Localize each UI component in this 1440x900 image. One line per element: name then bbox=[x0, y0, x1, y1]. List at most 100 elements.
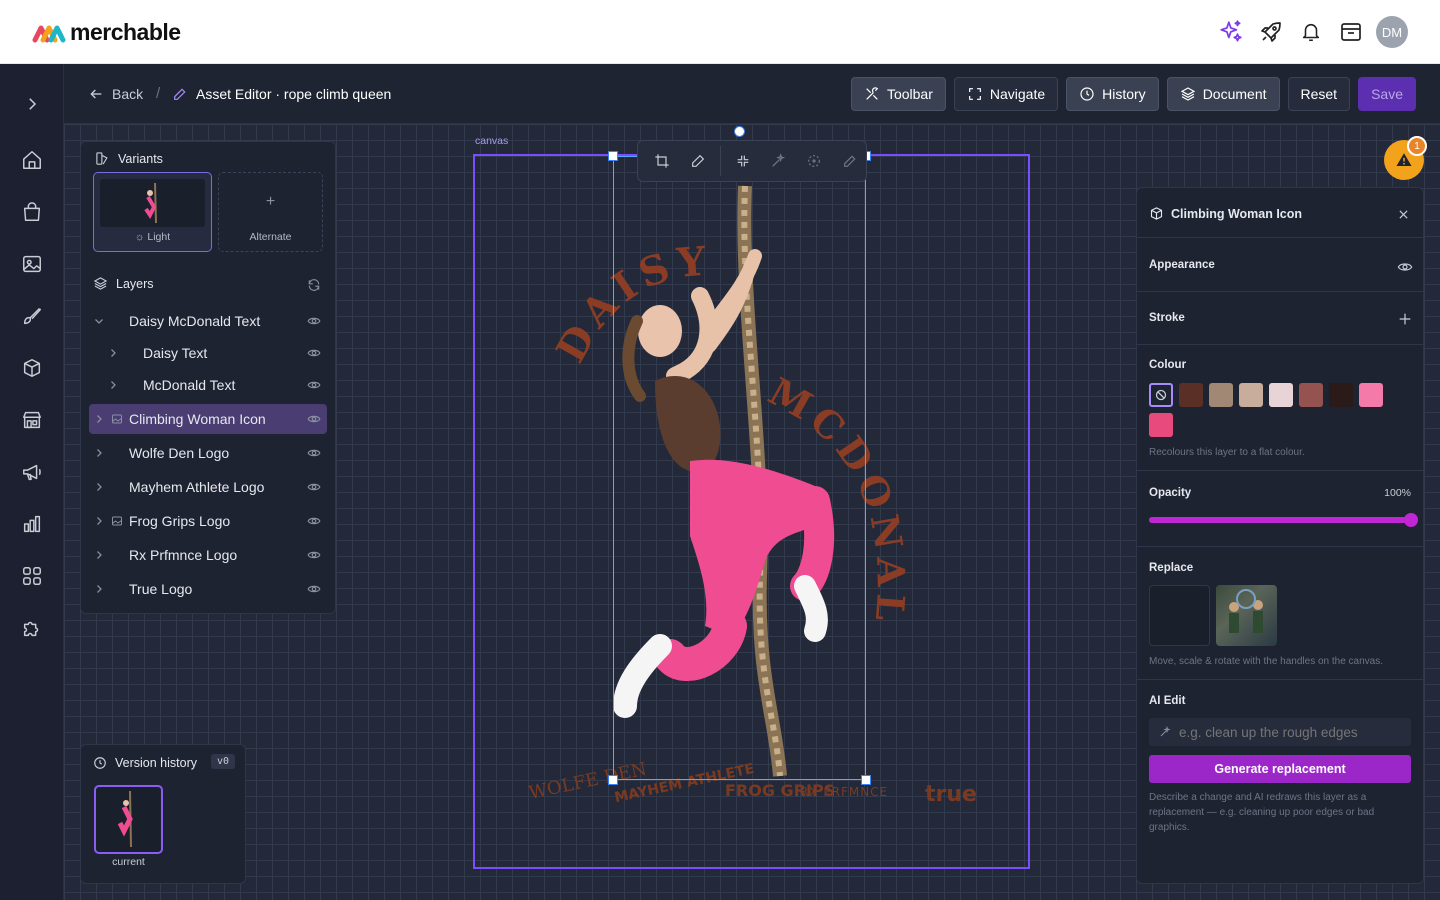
document-button[interactable]: Document bbox=[1166, 77, 1280, 111]
layer-row[interactable]: Daisy Text bbox=[89, 338, 327, 368]
history-button-label: History bbox=[1102, 86, 1146, 102]
chevron-right-icon[interactable] bbox=[93, 481, 105, 493]
colour-swatch[interactable] bbox=[1179, 383, 1203, 407]
colour-swatch[interactable] bbox=[1359, 383, 1383, 407]
appearance-section[interactable]: Appearance bbox=[1137, 239, 1423, 292]
eye-icon[interactable] bbox=[307, 514, 321, 528]
navigate-button[interactable]: Navigate bbox=[953, 77, 1059, 111]
replace-empty-slot[interactable] bbox=[1149, 585, 1210, 646]
chevron-right-icon[interactable] bbox=[107, 347, 119, 359]
opacity-track[interactable] bbox=[1149, 513, 1418, 527]
colour-swatch[interactable] bbox=[1149, 413, 1173, 437]
chart-icon[interactable] bbox=[20, 512, 44, 536]
chevron-right-icon[interactable] bbox=[93, 447, 105, 459]
eyedropper-icon[interactable] bbox=[682, 145, 714, 177]
layer-row[interactable]: Wolfe Den Logo bbox=[89, 438, 327, 468]
generate-replacement-button[interactable]: Generate replacement bbox=[1149, 755, 1411, 783]
stroke-section[interactable]: Stroke bbox=[1137, 292, 1423, 345]
clock-icon bbox=[94, 757, 106, 769]
document-button-label: Document bbox=[1202, 86, 1267, 102]
eye-icon[interactable] bbox=[307, 346, 321, 360]
rocket-icon[interactable] bbox=[1256, 16, 1286, 48]
colour-swatch[interactable] bbox=[1209, 383, 1233, 407]
store-icon[interactable] bbox=[20, 408, 44, 432]
brush-icon[interactable] bbox=[20, 304, 44, 328]
reset-button[interactable]: Reset bbox=[1287, 77, 1351, 111]
eye-icon[interactable] bbox=[307, 548, 321, 562]
focus-icon[interactable] bbox=[798, 145, 830, 177]
navigate-button-label: Navigate bbox=[989, 86, 1046, 102]
apps-icon[interactable] bbox=[20, 564, 44, 588]
chevron-right-icon[interactable] bbox=[93, 515, 105, 527]
resize-handle-br[interactable] bbox=[861, 775, 871, 785]
eye-icon[interactable] bbox=[307, 314, 321, 328]
opacity-section: Opacity 100% bbox=[1137, 471, 1423, 547]
colour-swatch[interactable] bbox=[1299, 383, 1323, 407]
save-button[interactable]: Save bbox=[1358, 77, 1416, 111]
eye-icon[interactable] bbox=[1397, 259, 1413, 275]
home-icon[interactable] bbox=[20, 148, 44, 172]
colour-swatch[interactable] bbox=[1239, 383, 1263, 407]
resize-handle-tl[interactable] bbox=[608, 151, 618, 161]
variant-alternate[interactable]: + Alternate bbox=[218, 172, 323, 252]
resize-handle-bl[interactable] bbox=[608, 775, 618, 785]
chevron-right-icon[interactable] bbox=[93, 583, 105, 595]
layer-row[interactable]: True Logo bbox=[89, 574, 327, 604]
image-icon[interactable] bbox=[20, 252, 44, 276]
layer-row[interactable]: McDonald Text bbox=[89, 370, 327, 400]
version-thumbnail-current[interactable] bbox=[94, 785, 163, 854]
ai-edit-input[interactable] bbox=[1179, 718, 1405, 746]
expand-icon[interactable] bbox=[20, 92, 44, 116]
close-icon[interactable] bbox=[1398, 209, 1409, 220]
megaphone-icon[interactable] bbox=[20, 460, 44, 484]
chevron-right-icon[interactable] bbox=[107, 379, 119, 391]
eye-icon[interactable] bbox=[307, 378, 321, 392]
layers-header: Layers bbox=[93, 276, 154, 291]
floating-toolbar bbox=[637, 140, 867, 182]
chevron-down-icon[interactable] bbox=[93, 315, 105, 327]
layer-row[interactable]: Frog Grips Logo bbox=[89, 506, 327, 536]
shrink-icon[interactable] bbox=[727, 145, 759, 177]
archive-icon[interactable] bbox=[1336, 16, 1366, 48]
history-button[interactable]: History bbox=[1066, 77, 1159, 111]
variant-light[interactable]: ☼ Light bbox=[93, 172, 212, 252]
eye-icon[interactable] bbox=[307, 480, 321, 494]
replace-image-thumbnail[interactable] bbox=[1216, 585, 1277, 646]
image-layer-icon bbox=[111, 515, 123, 527]
crop-icon[interactable] bbox=[646, 145, 678, 177]
brand-logo[interactable]: merchable bbox=[32, 19, 181, 46]
chevron-right-icon[interactable] bbox=[93, 413, 105, 425]
chevron-right-icon[interactable] bbox=[93, 549, 105, 561]
no-colour-swatch[interactable] bbox=[1149, 383, 1173, 407]
selection-box[interactable] bbox=[613, 156, 866, 780]
plus-icon[interactable] bbox=[1397, 311, 1413, 327]
back-button[interactable]: Back bbox=[88, 86, 143, 102]
layers-panel: Variants ☼ Light + Alternate Layers Dais… bbox=[80, 141, 336, 614]
opacity-slider-thumb[interactable] bbox=[1404, 513, 1418, 527]
eye-icon[interactable] bbox=[307, 412, 321, 426]
toolbar-button[interactable]: Toolbar bbox=[850, 77, 946, 111]
ai-edit-label: AI Edit bbox=[1149, 695, 1186, 707]
eye-icon[interactable] bbox=[307, 446, 321, 460]
top-bar: merchable DM bbox=[0, 0, 1440, 64]
refresh-icon[interactable] bbox=[307, 278, 321, 292]
colour-swatch[interactable] bbox=[1269, 383, 1293, 407]
rotate-handle[interactable] bbox=[734, 126, 745, 137]
layer-row[interactable]: Climbing Woman Icon bbox=[89, 404, 327, 434]
layer-row[interactable]: Mayhem Athlete Logo bbox=[89, 472, 327, 502]
sparkles-icon[interactable] bbox=[1216, 16, 1246, 48]
box-icon[interactable] bbox=[20, 356, 44, 380]
edit-pencil-icon[interactable] bbox=[834, 145, 866, 177]
layer-label: True Logo bbox=[129, 581, 193, 597]
colour-section: Colour Recolours this layer to a flat co… bbox=[1137, 345, 1423, 471]
puzzle-icon[interactable] bbox=[20, 616, 44, 640]
shopping-bag-icon[interactable] bbox=[20, 200, 44, 224]
eye-icon[interactable] bbox=[307, 582, 321, 596]
bell-icon[interactable] bbox=[1296, 16, 1326, 48]
layer-row[interactable]: Rx Prfmnce Logo bbox=[89, 540, 327, 570]
user-avatar[interactable]: DM bbox=[1376, 16, 1408, 48]
toolbar-button-label: Toolbar bbox=[886, 86, 933, 102]
colour-swatch[interactable] bbox=[1329, 383, 1353, 407]
layer-row[interactable]: Daisy McDonald Text bbox=[89, 306, 327, 336]
magic-wand-icon[interactable] bbox=[762, 145, 794, 177]
